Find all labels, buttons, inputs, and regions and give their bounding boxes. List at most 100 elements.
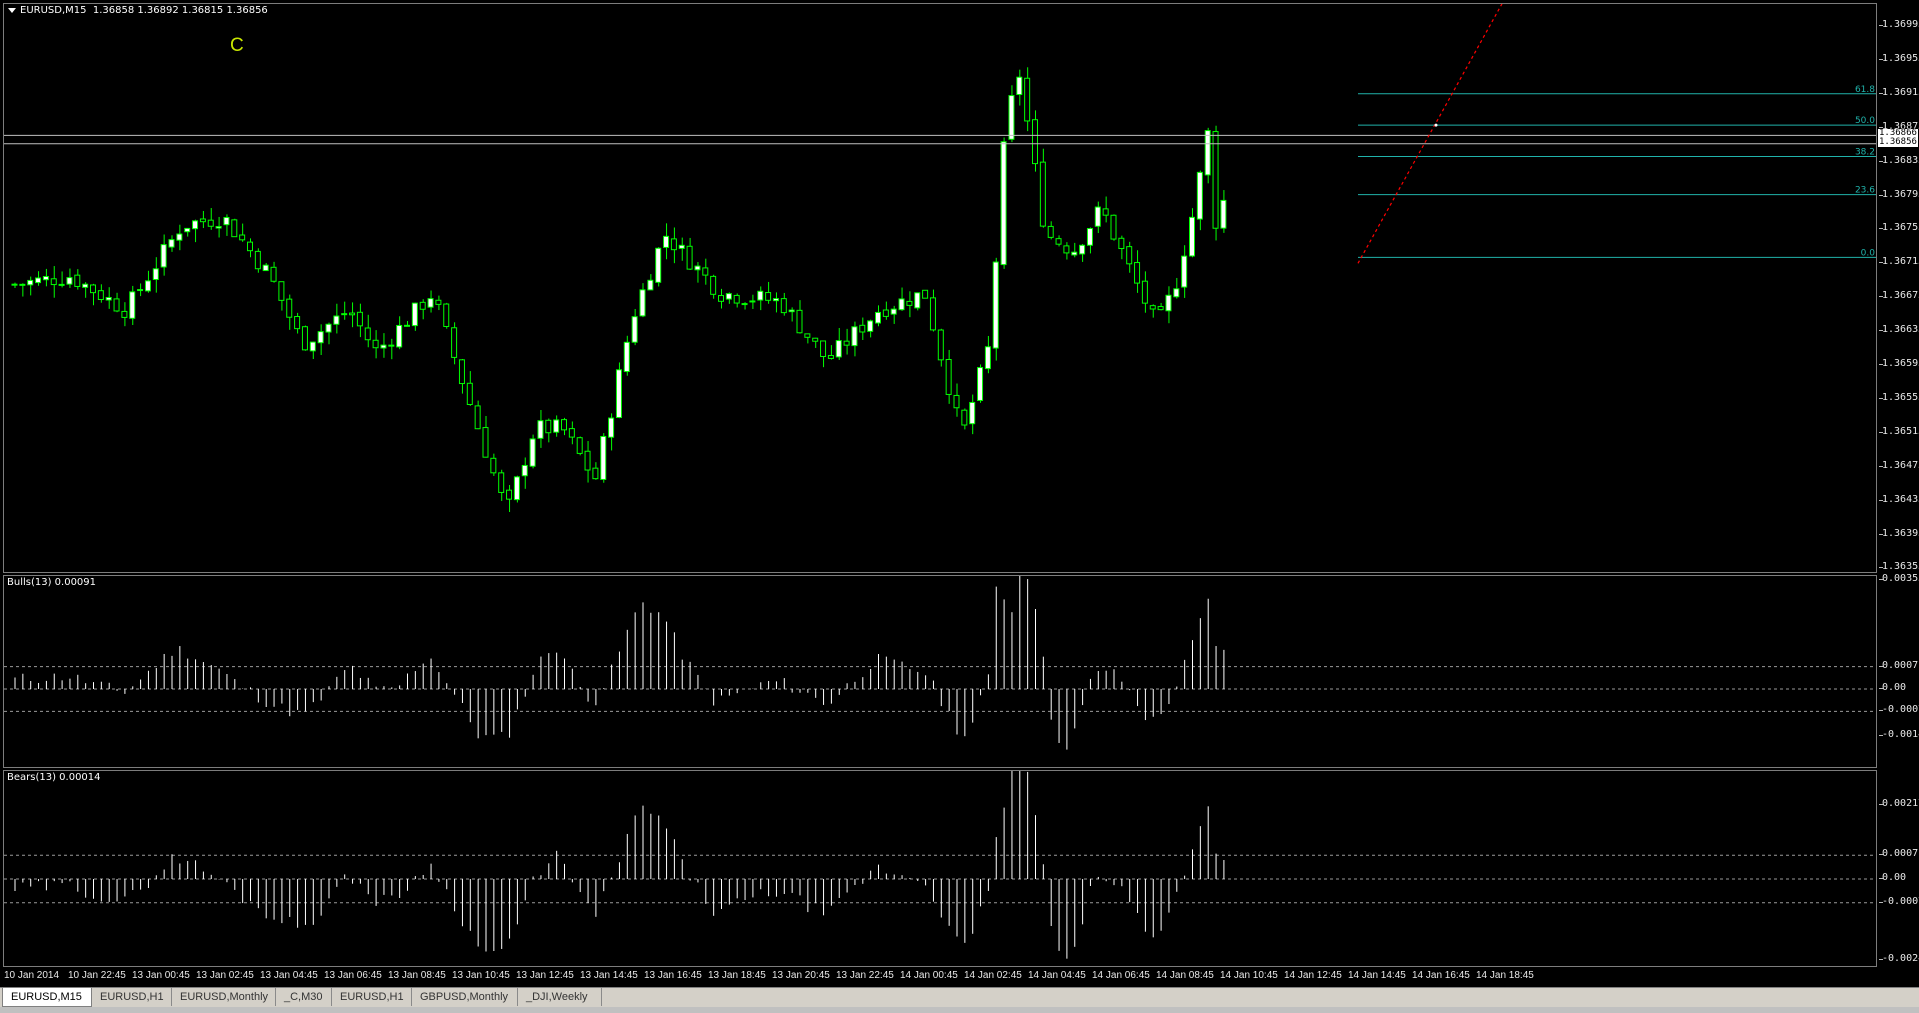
candle bbox=[702, 258, 709, 285]
candle-body bbox=[898, 298, 905, 311]
candle bbox=[506, 484, 513, 513]
candle bbox=[545, 418, 552, 443]
candle bbox=[152, 257, 159, 293]
candle-body bbox=[97, 290, 104, 301]
candle-body bbox=[655, 247, 662, 283]
candle-body bbox=[780, 298, 787, 314]
candle bbox=[859, 317, 866, 340]
collapse-triangle-icon[interactable] bbox=[8, 7, 16, 13]
candle bbox=[663, 223, 670, 260]
candle bbox=[1039, 148, 1046, 228]
candle bbox=[42, 268, 49, 287]
bears-power-pane[interactable]: Bears(13) 0.00014 bbox=[3, 770, 1877, 967]
time-axis-label: 13 Jan 06:45 bbox=[324, 970, 382, 981]
candle bbox=[1079, 244, 1086, 262]
candle bbox=[678, 237, 685, 261]
candle bbox=[388, 338, 395, 360]
candle bbox=[58, 271, 65, 288]
fib-level-label: 23.6 bbox=[1855, 186, 1875, 196]
candle bbox=[168, 235, 175, 252]
chart-tab[interactable]: EURUSD,H1 bbox=[92, 988, 172, 1006]
candle bbox=[90, 283, 96, 306]
bulls-power-pane[interactable]: Bulls(13) 0.00091 bbox=[3, 575, 1877, 768]
candle bbox=[615, 362, 622, 419]
candle bbox=[325, 322, 332, 345]
candle-body bbox=[937, 329, 944, 361]
candle-body bbox=[608, 417, 615, 438]
candle bbox=[1110, 214, 1117, 241]
candle-body bbox=[309, 341, 316, 352]
candle-body bbox=[1039, 161, 1046, 227]
candle bbox=[207, 208, 214, 230]
candle bbox=[647, 274, 654, 291]
chart-tab[interactable]: EURUSD,M15 bbox=[2, 988, 92, 1007]
candle bbox=[1071, 242, 1078, 258]
candle bbox=[867, 319, 874, 338]
candle bbox=[969, 394, 976, 435]
candle bbox=[875, 305, 881, 327]
candle bbox=[380, 333, 387, 358]
candle-body bbox=[812, 337, 819, 342]
candle-body bbox=[741, 303, 748, 306]
candle bbox=[1204, 127, 1211, 184]
chart-tab[interactable]: _C,M30 bbox=[276, 988, 332, 1006]
bulls-histogram bbox=[4, 576, 1876, 750]
candle-body bbox=[1212, 131, 1219, 229]
candle-body bbox=[835, 340, 842, 358]
price-axis[interactable]: 1.369951.369551.369151.368751.368351.367… bbox=[1878, 3, 1919, 573]
price-chart-pane[interactable]: 61.8 50.0 38.2 23.6 0.0 EURUSD,M15 1.36858 1… bbox=[3, 3, 1877, 573]
candle-body bbox=[129, 291, 136, 319]
candle-body bbox=[1149, 305, 1156, 310]
price-tick: 1.36675 bbox=[1878, 290, 1919, 301]
candle-body bbox=[827, 354, 834, 359]
candle-body bbox=[458, 359, 465, 385]
candle bbox=[247, 238, 253, 258]
chart-tab[interactable]: EURUSD,H1 bbox=[332, 988, 412, 1006]
candle-body bbox=[364, 327, 371, 341]
candle bbox=[922, 289, 929, 299]
candle bbox=[451, 322, 458, 365]
fib-level-label: 0.0 bbox=[1861, 248, 1876, 258]
candle-body bbox=[977, 367, 984, 401]
time-axis-label: 13 Jan 18:45 bbox=[708, 970, 766, 981]
chart-tab[interactable]: _DJI,Weekly bbox=[518, 988, 602, 1006]
candle bbox=[411, 302, 418, 331]
price-tick: 1.36435 bbox=[1878, 494, 1919, 505]
chart-tab[interactable]: GBPUSD,Monthly bbox=[412, 988, 518, 1006]
candle bbox=[733, 293, 740, 308]
candle bbox=[1024, 67, 1031, 132]
candle-body bbox=[1008, 95, 1015, 140]
candle bbox=[1047, 221, 1054, 240]
candle bbox=[984, 335, 991, 374]
price-tick: 1.36795 bbox=[1878, 189, 1919, 200]
candle-body bbox=[506, 489, 513, 500]
bears-axis: 0.00217 0.0007 0.00 -0.0007 -0.00244 bbox=[1878, 770, 1919, 967]
candle bbox=[1118, 235, 1125, 260]
candle-body bbox=[718, 295, 724, 302]
candle-body bbox=[160, 244, 167, 268]
candle-body bbox=[466, 382, 473, 405]
candle-body bbox=[388, 344, 395, 347]
candle bbox=[294, 312, 301, 334]
candle bbox=[882, 301, 889, 320]
candle-body bbox=[1094, 206, 1101, 227]
candle-body bbox=[984, 346, 991, 370]
candle bbox=[937, 328, 944, 367]
candle bbox=[513, 475, 520, 503]
trend-anchor-point[interactable] bbox=[1434, 123, 1438, 127]
candle bbox=[1008, 85, 1015, 143]
price-tick: 1.36355 bbox=[1878, 561, 1919, 572]
candle-body bbox=[121, 310, 128, 318]
candle-body bbox=[1055, 238, 1062, 245]
candle bbox=[631, 308, 638, 346]
candle bbox=[1220, 190, 1227, 233]
candle bbox=[608, 413, 615, 451]
candle bbox=[694, 262, 701, 283]
candle-body bbox=[1063, 245, 1070, 254]
chart-tab[interactable]: EURUSD,Monthly bbox=[172, 988, 276, 1006]
candle bbox=[160, 234, 167, 276]
fib-trend-line[interactable] bbox=[1357, 4, 1503, 264]
candle bbox=[341, 301, 348, 320]
candlestick-chart[interactable]: 61.8 50.0 38.2 23.6 0.0 bbox=[4, 4, 1877, 573]
candle-body bbox=[1181, 255, 1188, 288]
